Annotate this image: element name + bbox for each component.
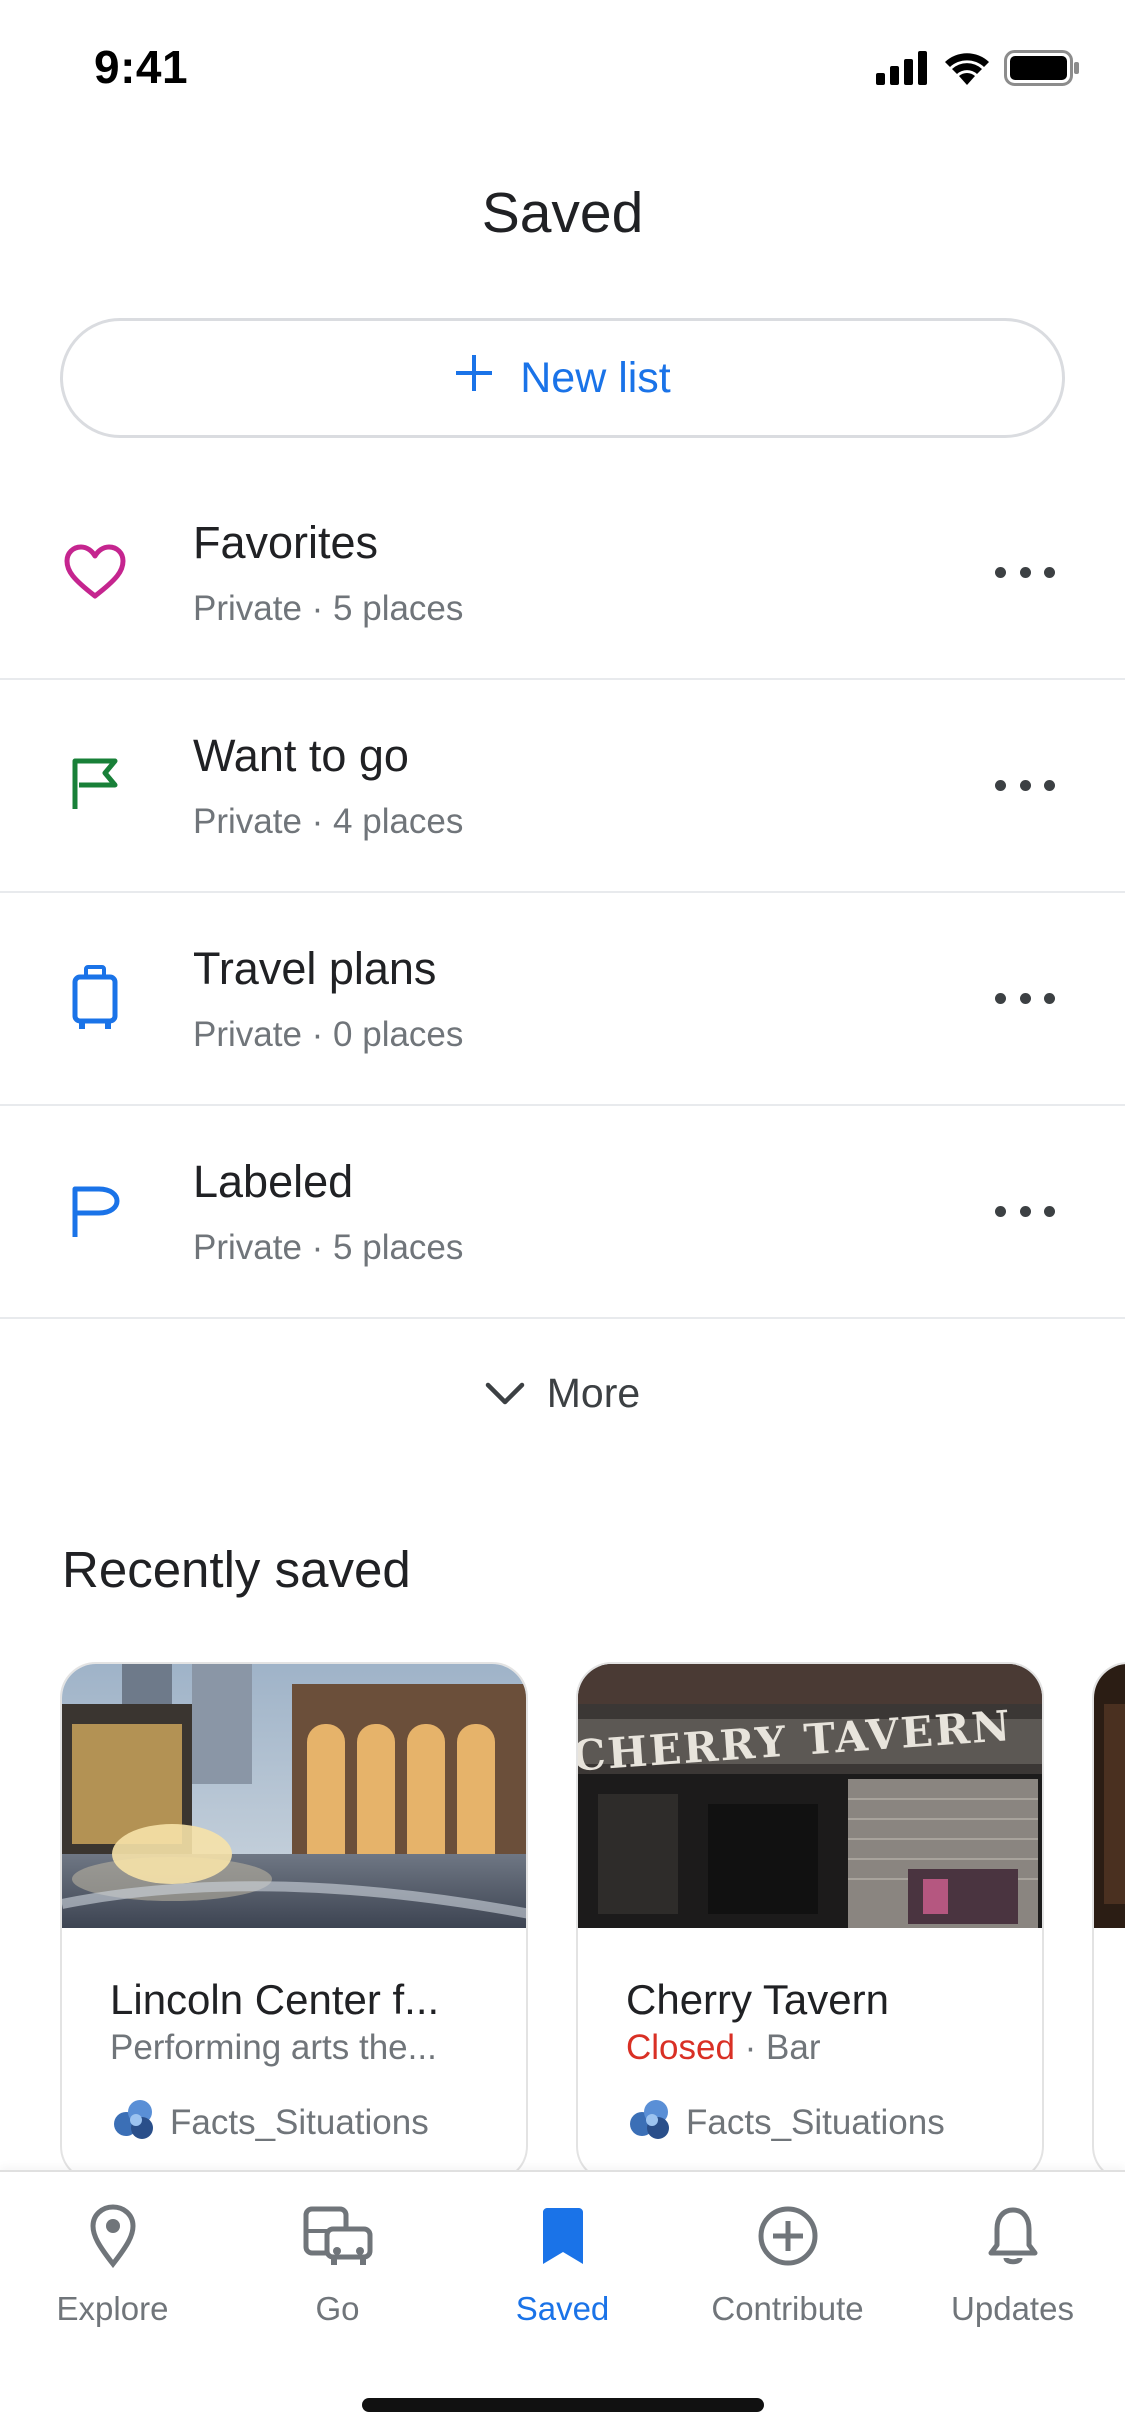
- nav-label: Saved: [515, 2290, 610, 2327]
- list-item-labeled[interactable]: Labeled Private · 5 places: [0, 1106, 1125, 1319]
- status-time: 9:41: [94, 41, 189, 93]
- more-options-icon[interactable]: [995, 973, 1055, 1023]
- place-card-partial[interactable]: [1092, 1662, 1125, 2182]
- nav-go[interactable]: Go: [225, 2200, 450, 2328]
- signal-icon: [876, 51, 930, 90]
- nav-label: Go: [315, 2290, 360, 2327]
- add-circle-icon: [752, 2200, 824, 2272]
- nav-label: Updates: [951, 2290, 1074, 2327]
- label-flag-icon: [62, 1178, 128, 1244]
- home-indicator[interactable]: [362, 2398, 764, 2412]
- place-card[interactable]: Lincoln Center f... Performing arts the.…: [60, 1662, 528, 2182]
- author-name: Facts_Situations: [170, 2102, 429, 2142]
- more-options-icon[interactable]: [995, 1186, 1055, 1236]
- nav-label: Contribute: [711, 2290, 864, 2327]
- place-subtitle: Closed · Bar: [626, 2028, 821, 2068]
- list-subtitle: Private · 0 places: [193, 1015, 464, 1054]
- status-closed: Closed: [626, 2028, 735, 2067]
- more-options-icon[interactable]: [995, 547, 1055, 597]
- chevron-down-icon: [485, 1370, 525, 1417]
- heart-icon: [62, 539, 128, 605]
- wifi-icon: [944, 51, 990, 90]
- nav-contribute[interactable]: Contribute: [675, 2200, 900, 2328]
- plus-icon: [454, 353, 494, 404]
- new-list-button[interactable]: New list: [60, 318, 1065, 438]
- nav-label: Explore: [56, 2290, 169, 2327]
- suitcase-icon: [62, 965, 128, 1031]
- list-author: Facts_Situations: [626, 2096, 945, 2149]
- recently-saved-carousel[interactable]: Lincoln Center f... Performing arts the.…: [60, 1662, 1125, 2182]
- list-subtitle: Private · 5 places: [193, 1228, 464, 1267]
- place-photo: [62, 1664, 526, 1928]
- battery-icon: [1004, 50, 1080, 91]
- list-item-favorites[interactable]: Favorites Private · 5 places: [0, 467, 1125, 680]
- more-button[interactable]: More: [0, 1370, 1125, 1417]
- new-list-label: New list: [520, 353, 671, 402]
- author-avatar-icon: [626, 2096, 672, 2149]
- place-title: Cherry Tavern: [626, 1976, 889, 2023]
- bottom-navigation: Explore Go Saved Contribute Updates: [0, 2170, 1125, 2436]
- list-item-travel-plans[interactable]: Travel plans Private · 0 places: [0, 893, 1125, 1106]
- status-bar: 9:41: [0, 0, 1125, 135]
- nav-explore[interactable]: Explore: [0, 2200, 225, 2328]
- page-title: Saved: [481, 181, 644, 245]
- more-options-icon[interactable]: [995, 760, 1055, 810]
- location-pin-icon: [77, 2200, 149, 2272]
- list-author: Facts_Situations: [110, 2096, 429, 2149]
- place-category: · Bar: [734, 2028, 821, 2067]
- place-photo: [1094, 1664, 1125, 1928]
- recently-saved-heading: Recently saved: [62, 1541, 411, 1598]
- list-subtitle: Private · 5 places: [193, 589, 464, 628]
- bookmark-icon: [527, 2200, 599, 2272]
- list-item-want-to-go[interactable]: Want to go Private · 4 places: [0, 680, 1125, 893]
- place-photo: CHERRY TAVERN: [578, 1664, 1042, 1928]
- flag-icon: [62, 752, 128, 818]
- list-title: Favorites: [193, 517, 379, 568]
- bell-icon: [977, 2200, 1049, 2272]
- list-title: Want to go: [193, 730, 409, 781]
- place-title: Lincoln Center f...: [110, 1976, 440, 2023]
- place-subtitle: Performing arts the...: [110, 2028, 437, 2067]
- list-subtitle: Private · 4 places: [193, 802, 464, 841]
- list-title: Travel plans: [193, 943, 437, 994]
- author-name: Facts_Situations: [686, 2102, 945, 2142]
- saved-lists: Favorites Private · 5 places Want to go …: [0, 467, 1125, 1319]
- list-title: Labeled: [193, 1156, 354, 1207]
- commute-icon: [302, 2200, 374, 2272]
- status-icons: [876, 50, 1080, 91]
- place-card[interactable]: CHERRY TAVERN Cherry Tavern Closed · Bar: [576, 1662, 1044, 2182]
- nav-updates[interactable]: Updates: [900, 2200, 1125, 2328]
- more-label: More: [546, 1370, 641, 1416]
- nav-saved[interactable]: Saved: [450, 2200, 675, 2328]
- author-avatar-icon: [110, 2096, 156, 2149]
